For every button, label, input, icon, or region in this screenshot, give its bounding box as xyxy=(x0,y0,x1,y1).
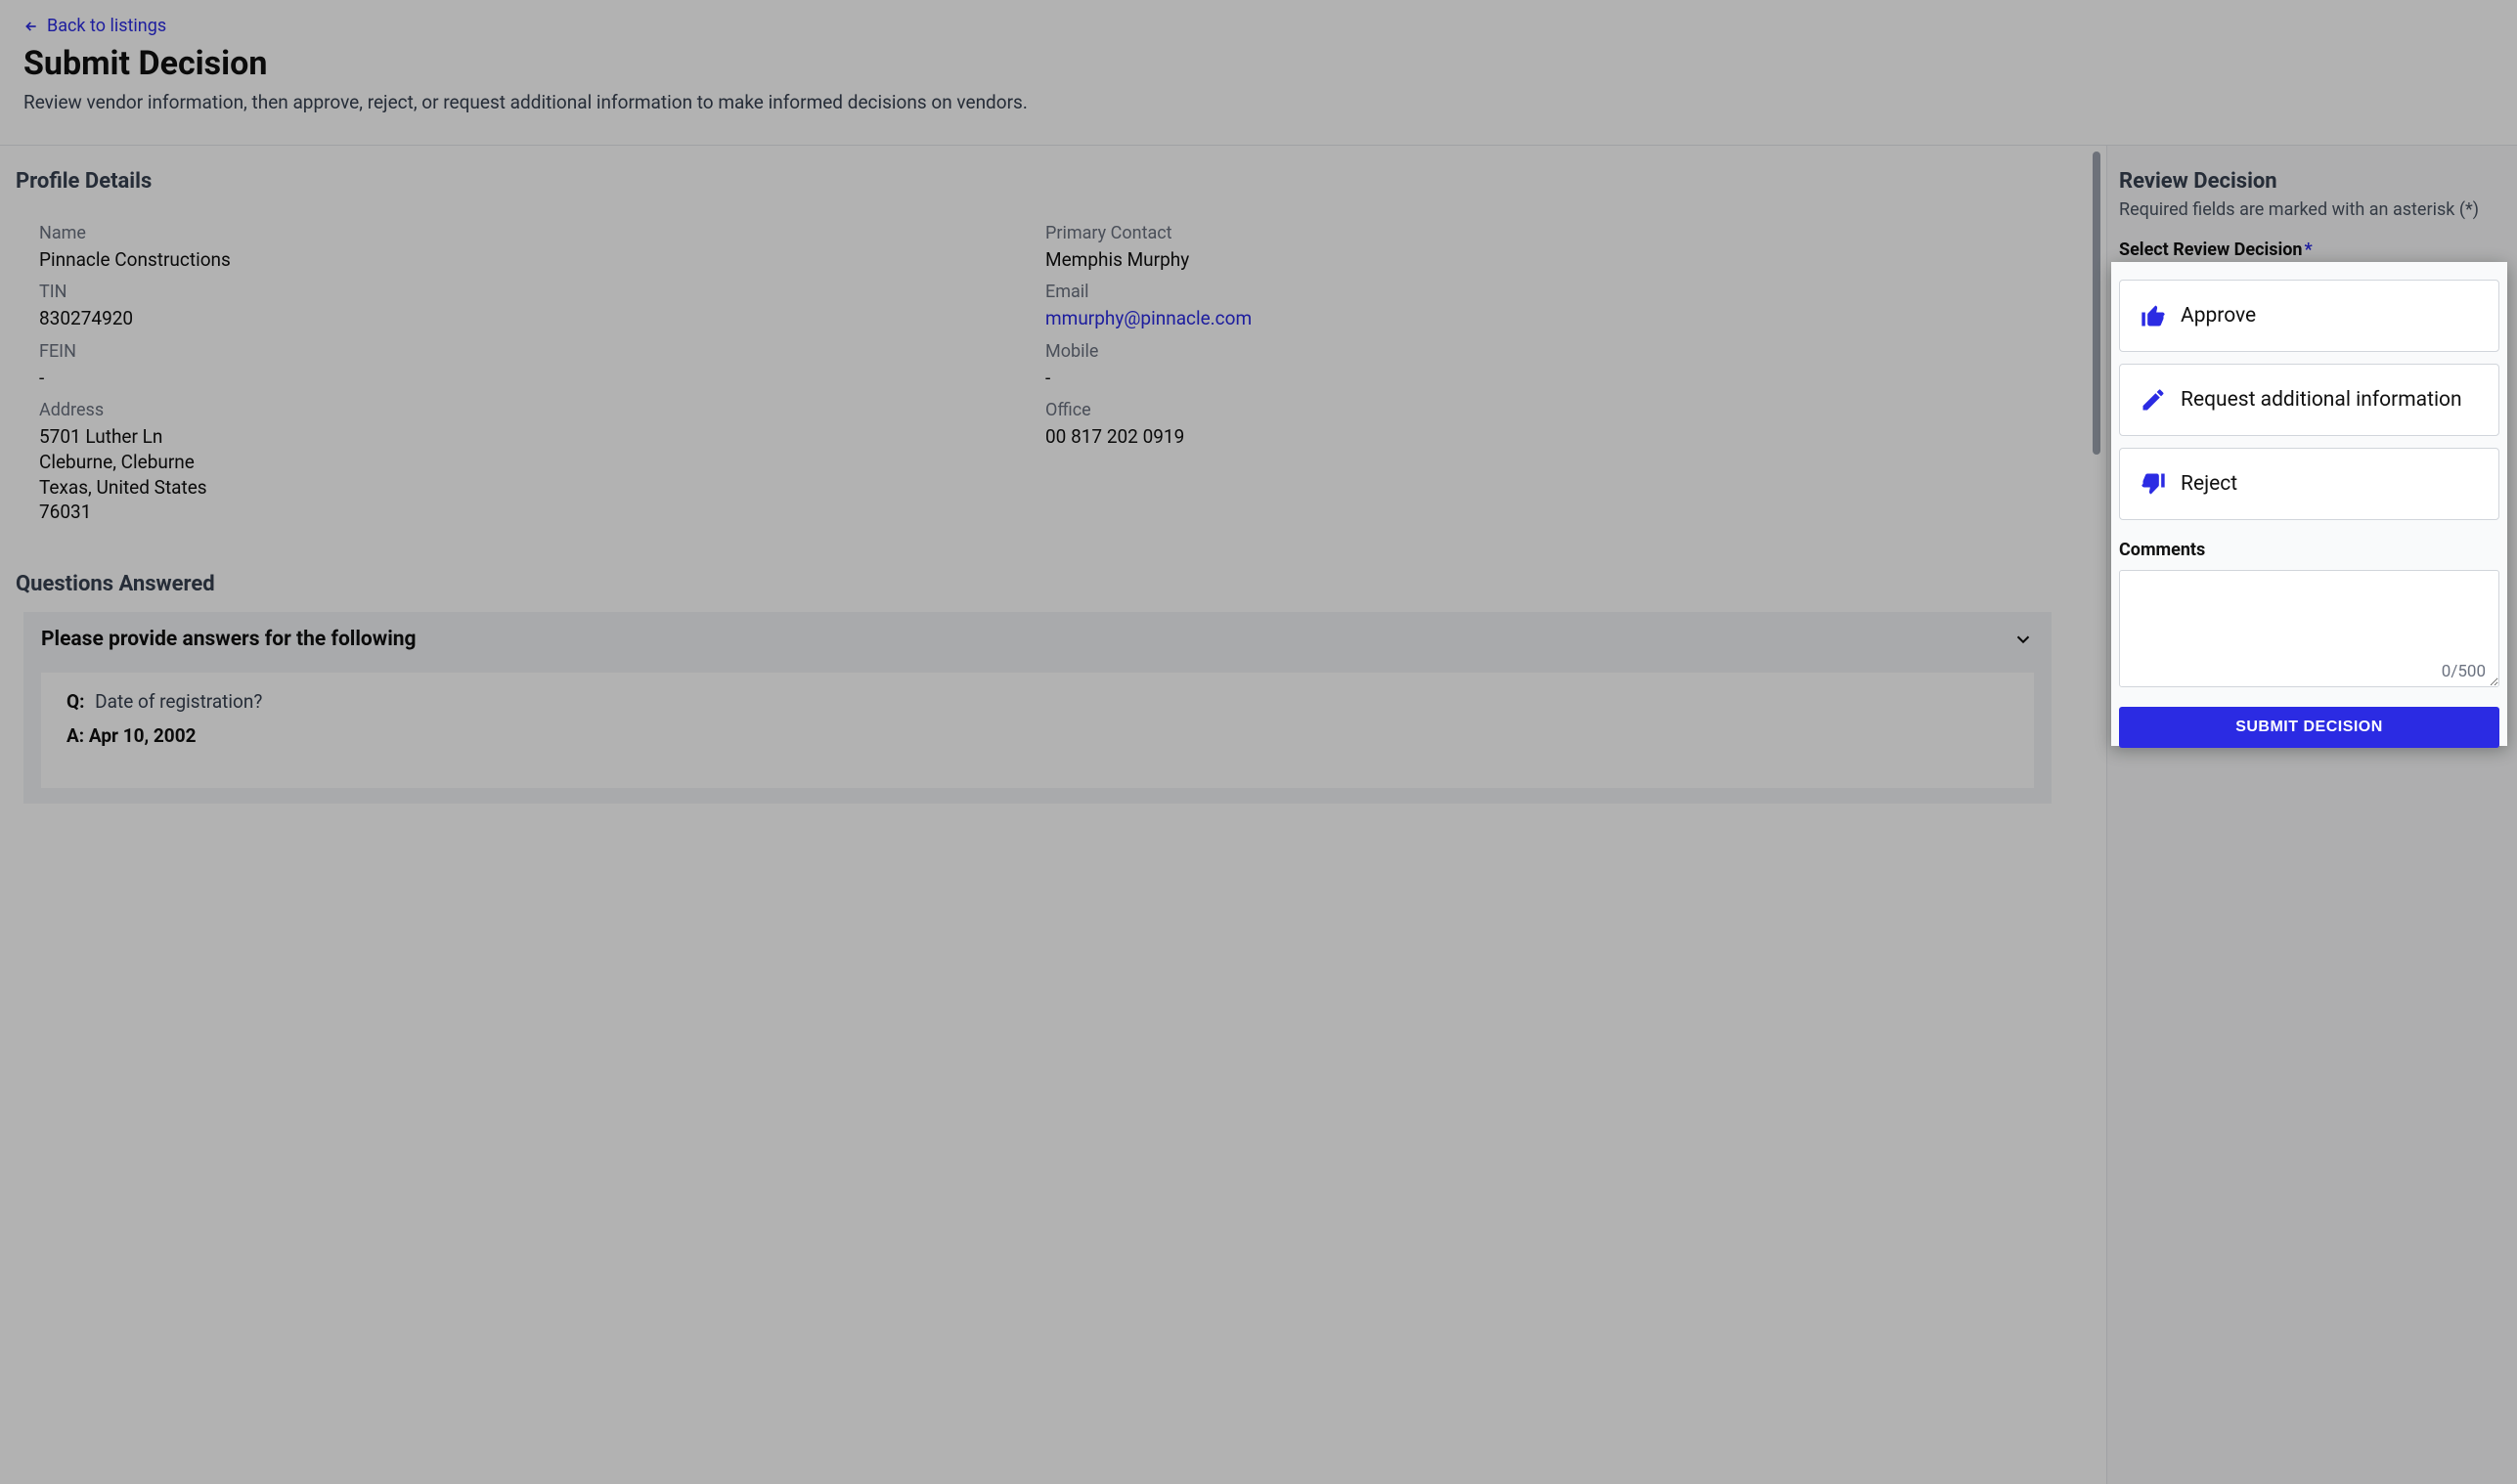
questions-subsection-toggle[interactable]: 1 xyxy=(41,835,2034,1484)
onboarding-highlight: Approve Request additional information R… xyxy=(2111,262,2507,746)
office-label: Office xyxy=(1045,400,2052,420)
question-text: Date of registration? xyxy=(95,690,262,713)
comments-label: Comments xyxy=(2119,540,2499,560)
question-item: Q: Date of registration? A: Apr 10, 2002 xyxy=(41,673,2034,788)
scrollbar[interactable] xyxy=(2093,152,2100,455)
address-label: Address xyxy=(39,400,1045,420)
answer-text: Apr 10, 2002 xyxy=(89,724,197,747)
back-link-label: Back to listings xyxy=(47,16,166,36)
address-line3: Texas, United States xyxy=(39,475,1045,501)
profile-card: Name Pinnacle Constructions TIN 83027492… xyxy=(39,209,2052,548)
primary-contact-label: Primary Contact xyxy=(1045,223,2052,243)
page-header: Back to listings Submit Decision Review … xyxy=(0,0,2517,146)
thumbs-down-icon xyxy=(2140,470,2167,498)
address-line2: Cleburne, Cleburne xyxy=(39,450,1045,475)
page-description: Review vendor information, then approve,… xyxy=(23,91,2494,113)
answer-text-row: A: Apr 10, 2002 xyxy=(66,724,2009,747)
email-value[interactable]: mmurphy@pinnacle.com xyxy=(1045,306,2052,331)
option-reject-label: Reject xyxy=(2181,472,2237,496)
fein-label: FEIN xyxy=(39,341,1045,362)
name-value: Pinnacle Constructions xyxy=(39,247,1045,273)
decision-panel: Approve Request additional information R… xyxy=(2119,270,2499,748)
questions-heading: Questions Answered xyxy=(0,548,2075,612)
questions-subsection: 1 xyxy=(23,821,2052,1484)
arrow-left-icon xyxy=(23,19,39,34)
review-decision-heading: Review Decision xyxy=(2119,169,2499,194)
questions-group-toggle[interactable]: Please provide answers for the following xyxy=(41,628,2034,651)
question-text-row: Q: Date of registration? xyxy=(66,690,2009,713)
tin-value: 830274920 xyxy=(39,306,1045,331)
address-line1: 5701 Luther Ln xyxy=(39,424,1045,450)
option-reject[interactable]: Reject xyxy=(2119,448,2499,520)
required-fields-note: Required fields are marked with an aster… xyxy=(2119,199,2499,220)
select-decision-label: Select Review Decision* xyxy=(2119,240,2499,260)
option-request-info[interactable]: Request additional information xyxy=(2119,364,2499,436)
office-value: 00 817 202 0919 xyxy=(1045,424,2052,450)
left-column: Profile Details Name Pinnacle Constructi… xyxy=(0,146,2106,1484)
address-line4: 76031 xyxy=(39,500,1045,525)
question-prefix: Q: xyxy=(66,690,84,713)
option-approve-label: Approve xyxy=(2181,304,2256,327)
address-value: 5701 Luther Ln Cleburne, Cleburne Texas,… xyxy=(39,424,1045,525)
submit-decision-button[interactable]: SUBMIT DECISION xyxy=(2119,707,2499,748)
chevron-down-icon xyxy=(52,835,2034,1484)
email-label: Email xyxy=(1045,282,2052,302)
fein-value: - xyxy=(39,366,1045,391)
thumbs-up-icon xyxy=(2140,302,2167,329)
tin-label: TIN xyxy=(39,282,1045,302)
back-to-listings-link[interactable]: Back to listings xyxy=(23,16,166,36)
required-asterisk: * xyxy=(2304,240,2312,260)
select-decision-label-text: Select Review Decision xyxy=(2119,240,2302,260)
profile-details-heading: Profile Details xyxy=(0,146,2075,209)
questions-group-card: Please provide answers for the following… xyxy=(23,612,2052,804)
name-label: Name xyxy=(39,223,1045,243)
questions-group-title: Please provide answers for the following xyxy=(41,628,417,651)
answer-prefix: A: xyxy=(66,724,84,747)
option-request-info-label: Request additional information xyxy=(2181,388,2462,412)
mobile-label: Mobile xyxy=(1045,341,2052,362)
primary-contact-value: Memphis Murphy xyxy=(1045,247,2052,273)
comments-input[interactable] xyxy=(2119,570,2499,687)
page-title: Submit Decision xyxy=(23,44,2494,83)
chevron-down-icon xyxy=(2012,629,2034,650)
edit-note-icon xyxy=(2140,386,2167,414)
comments-wrap: 0/500 xyxy=(2119,570,2499,691)
option-approve[interactable]: Approve xyxy=(2119,280,2499,352)
mobile-value: - xyxy=(1045,366,2052,391)
